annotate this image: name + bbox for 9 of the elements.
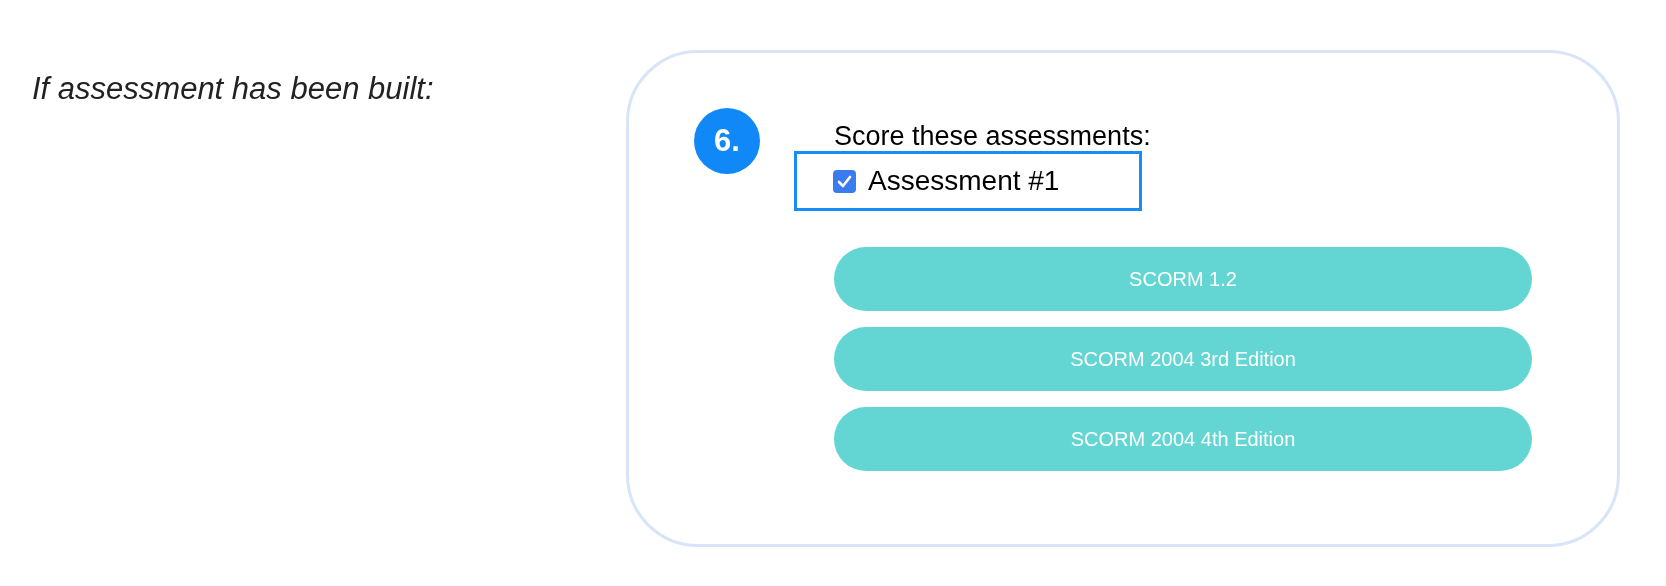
scorm-export-button[interactable]: SCORM 2004 4th Edition bbox=[834, 407, 1532, 471]
assessment-label: Assessment #1 bbox=[868, 164, 1060, 198]
prompt-text: Score these assessments: bbox=[834, 121, 1152, 151]
scorm-export-button[interactable]: SCORM 1.2 bbox=[834, 247, 1532, 311]
checkmark-icon bbox=[837, 174, 852, 188]
scorm-export-button[interactable]: SCORM 2004 3rd Edition bbox=[834, 327, 1532, 391]
step-number-badge: 6. bbox=[694, 108, 760, 174]
checkbox[interactable] bbox=[833, 169, 856, 193]
condition-note: If assessment has been built: bbox=[32, 70, 435, 108]
